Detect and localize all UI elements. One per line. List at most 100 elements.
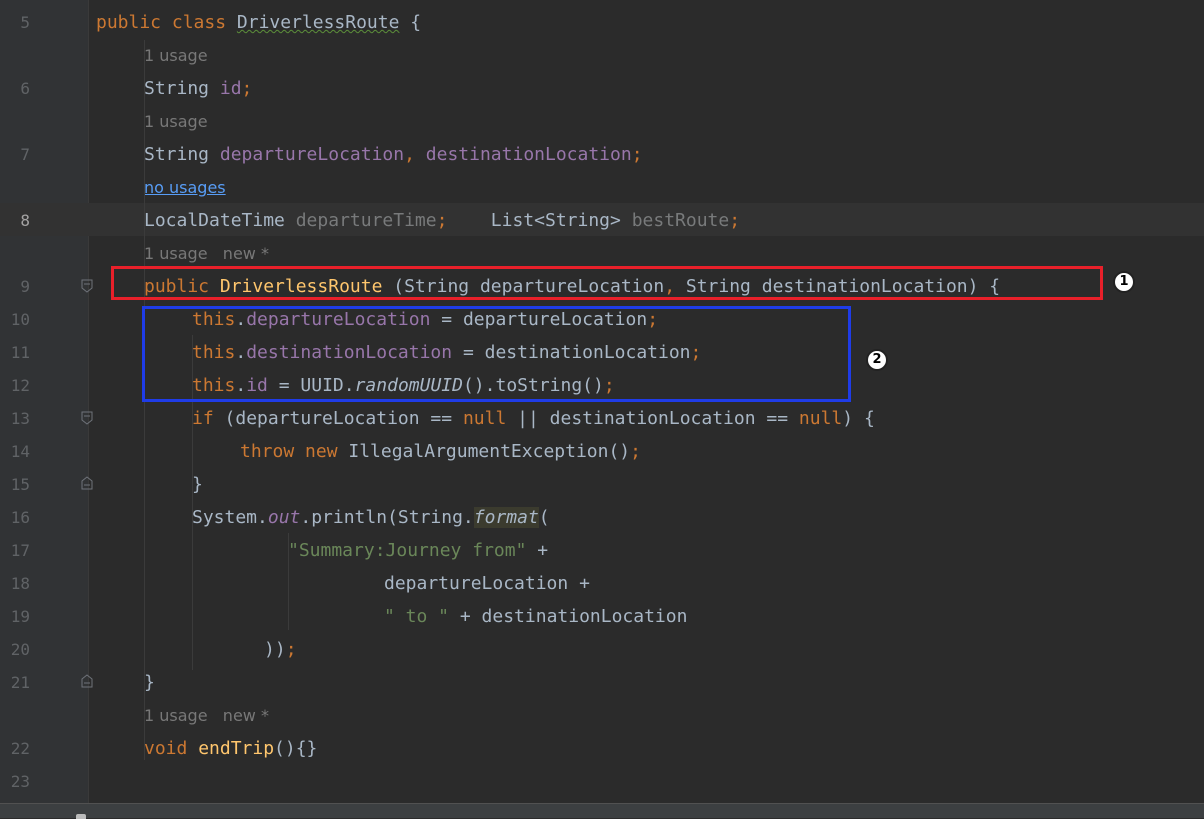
line-number: 18 [10, 574, 30, 593]
code-token: "Summary:Journey from" [288, 540, 527, 561]
usages-link[interactable]: no usages [144, 178, 226, 197]
constructor-highlight-box [111, 266, 1103, 300]
code-token: class [171, 12, 237, 33]
usages-hint[interactable]: 1 usage [144, 46, 208, 65]
code-line: 16 System.out.println(String.format( [0, 500, 1204, 533]
line-number: 11 [10, 343, 30, 362]
indent-guide [192, 433, 193, 470]
code-token: bestRoute [631, 210, 730, 231]
line-number: 23 [10, 772, 30, 791]
code-token: } [192, 474, 203, 495]
code-token: public [96, 12, 172, 33]
code-line: 22 void endTrip(){} [0, 731, 1204, 764]
code-line: 5 public class DriverlessRoute { [0, 5, 1204, 38]
line-number: 5 [20, 13, 30, 32]
line-number: 15 [10, 475, 30, 494]
code-token: , [404, 144, 426, 165]
code-token: endTrip [198, 738, 275, 759]
line-number: 19 [10, 607, 30, 626]
fold-collapse-icon[interactable] [81, 279, 93, 293]
code-text[interactable]: throw new IllegalArgumentException(); [240, 441, 641, 462]
line-number: 6 [20, 79, 30, 98]
line-number: 10 [10, 310, 30, 329]
code-token: || destinationLocation == [506, 408, 799, 429]
code-text[interactable]: void endTrip(){} [144, 738, 317, 759]
code-text[interactable]: String departureLocation, destinationLoc… [144, 144, 643, 165]
code-token: )) [264, 639, 286, 660]
code-text[interactable]: public class DriverlessRoute { [96, 12, 421, 33]
code-text[interactable]: "Summary:Journey from" + [288, 540, 548, 561]
code-line: 7 String departureLocation, destinationLo… [0, 137, 1204, 170]
code-text[interactable]: } [144, 672, 155, 693]
code-line: 19 " to " + destinationLocation [0, 599, 1204, 632]
line-number: 16 [10, 508, 30, 527]
code-line: 6 String id; [0, 71, 1204, 104]
code-text[interactable]: System.out.println(String.format( [192, 507, 550, 528]
line-number: 14 [10, 442, 30, 461]
code-text[interactable]: String id; [144, 78, 252, 99]
code-token: DriverlessRoute [236, 12, 400, 33]
line-number: 12 [10, 376, 30, 395]
code-token: ; [285, 639, 297, 660]
code-token: (){} [274, 738, 318, 759]
code-token: void [144, 738, 199, 759]
fold-end-icon[interactable] [81, 476, 93, 490]
code-text[interactable]: LocalDateTime departureTime; List<String… [144, 210, 740, 231]
code-token: .println(String. [300, 507, 474, 528]
code-token: format [473, 507, 539, 528]
code-token: ) { [842, 408, 875, 429]
code-token: ; [729, 210, 741, 231]
code-token: List<String> [447, 210, 632, 231]
code-token: ; [436, 210, 448, 231]
code-text[interactable]: " to " + destinationLocation [384, 606, 687, 627]
code-line: 8 LocalDateTime departureTime; List<Strin… [0, 203, 1204, 236]
code-token: { [399, 12, 422, 33]
fold-collapse-icon[interactable] [81, 411, 93, 425]
code-token: System. [192, 507, 268, 528]
code-token: ; [631, 144, 643, 165]
annotation-badge-2: 2 [866, 349, 888, 371]
code-token: departureLocation [219, 144, 405, 165]
line-number: 17 [10, 541, 30, 560]
code-line: 20)); [0, 632, 1204, 665]
code-token: (departureLocation == [224, 408, 463, 429]
line-number: 9 [20, 277, 30, 296]
inlay-hint-line: 1 usage new * [0, 236, 1204, 269]
usages-hint[interactable]: 1 usage [144, 112, 208, 131]
code-token: String [144, 144, 220, 165]
line-number: 22 [10, 739, 30, 758]
code-token: null [798, 408, 843, 429]
line-number: 8 [20, 211, 30, 230]
inlay-hint-line: 1 usage [0, 104, 1204, 137]
code-token: LocalDateTime [144, 210, 296, 231]
code-line: 17 "Summary:Journey from" + [0, 533, 1204, 566]
code-token: + destinationLocation [449, 606, 688, 627]
usages-hint[interactable]: 1 usage new * [144, 244, 269, 263]
code-line: 15} [0, 467, 1204, 500]
code-text[interactable]: } [192, 474, 203, 495]
code-token: null [462, 408, 507, 429]
code-token: destinationLocation [425, 144, 632, 165]
code-line: 18 departureLocation + [0, 566, 1204, 599]
line-number: 21 [10, 673, 30, 692]
line-number: 13 [10, 409, 30, 428]
code-line: 13 if (departureLocation == null || desti… [0, 401, 1204, 434]
code-token: IllegalArgumentException() [348, 441, 631, 462]
fold-end-icon[interactable] [81, 674, 93, 688]
code-line: 21} [0, 665, 1204, 698]
code-text[interactable]: if (departureLocation == null || destina… [192, 408, 875, 429]
code-line: 14 throw new IllegalArgumentException(); [0, 434, 1204, 467]
code-token: throw new [240, 441, 349, 462]
code-token: if [192, 408, 225, 429]
inlay-hint-line: 1 usage new * [0, 698, 1204, 731]
code-text[interactable]: departureLocation + [384, 573, 590, 594]
code-token: out [267, 507, 301, 528]
annotation-badge-1: 1 [1113, 271, 1135, 293]
code-token: id [219, 78, 242, 99]
line-number: 7 [20, 145, 30, 164]
line-number: 20 [10, 640, 30, 659]
code-text[interactable]: )); [264, 639, 297, 660]
usages-hint[interactable]: 1 usage new * [144, 706, 269, 725]
code-token: } [144, 672, 155, 693]
editor-horizontal-scrollbar[interactable] [0, 803, 1204, 819]
